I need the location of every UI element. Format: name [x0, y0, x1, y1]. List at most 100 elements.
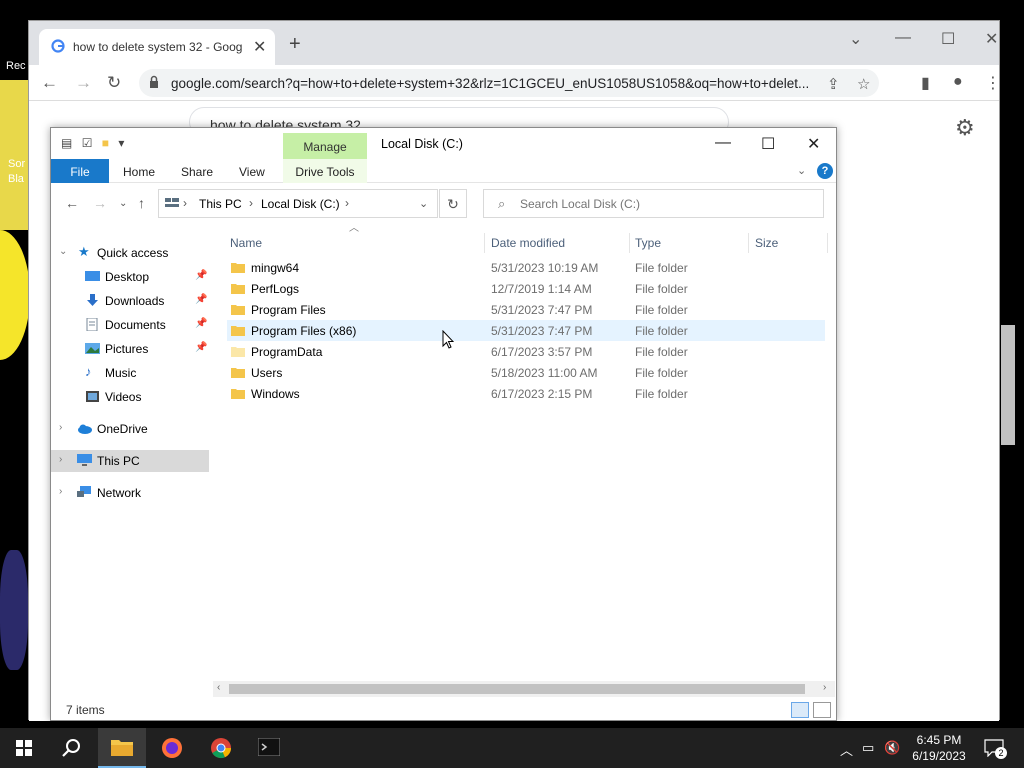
table-row[interactable]: PerfLogs 12/7/2019 1:14 AM File folder — [227, 278, 825, 299]
tab-view[interactable]: View — [239, 165, 265, 179]
column-divider[interactable] — [748, 233, 749, 253]
pin-icon[interactable]: 📌 — [195, 342, 207, 353]
sidebar-item-network[interactable]: › Network — [51, 482, 209, 504]
sidebar-item-videos[interactable]: Videos — [51, 386, 209, 408]
start-button[interactable] — [0, 728, 48, 768]
explorer-address-bar[interactable]: › This PC › Local Disk (C:) › ⌄ — [158, 189, 438, 218]
new-folder-icon[interactable]: ■ — [102, 136, 109, 150]
back-icon[interactable]: ← — [65, 195, 79, 211]
column-divider[interactable] — [629, 233, 630, 253]
gear-icon[interactable]: ⚙ — [955, 115, 975, 141]
table-row[interactable]: ProgramData 6/17/2023 3:57 PM File folde… — [227, 341, 825, 362]
chevron-down-icon[interactable]: ▾ — [118, 136, 124, 150]
back-icon[interactable]: ← — [41, 73, 58, 93]
scroll-left-icon[interactable]: ‹ — [217, 682, 220, 693]
taskbar-file-explorer[interactable] — [98, 728, 146, 768]
breadcrumb-local-disk[interactable]: Local Disk (C:) — [261, 197, 340, 211]
close-icon[interactable]: ✕ — [807, 134, 820, 154]
properties-icon[interactable]: ▤ — [61, 136, 72, 150]
breadcrumb-separator[interactable]: › — [183, 196, 187, 210]
pin-icon[interactable]: 📌 — [195, 270, 207, 281]
breadcrumb-this-pc[interactable]: This PC — [199, 197, 242, 211]
tab-share[interactable]: Share — [181, 165, 213, 179]
tab-manage[interactable]: Manage — [283, 133, 367, 159]
column-header-size[interactable]: Size — [755, 236, 778, 250]
breadcrumb-separator[interactable]: › — [249, 196, 253, 210]
breadcrumb-separator[interactable]: › — [345, 196, 349, 210]
share-icon[interactable]: ⇪ — [827, 75, 840, 93]
maximize-icon[interactable]: ☐ — [761, 134, 775, 154]
pin-icon[interactable]: 📌 — [195, 294, 207, 305]
bookmark-star-icon[interactable]: ☆ — [857, 75, 870, 93]
sidebar-item-onedrive[interactable]: › OneDrive — [51, 418, 209, 440]
chevron-down-icon[interactable]: ⌄ — [797, 164, 806, 177]
sidebar-item-this-pc[interactable]: › This PC — [51, 450, 209, 472]
minimize-icon[interactable]: — — [715, 134, 731, 152]
taskbar-firefox[interactable] — [148, 728, 196, 768]
recent-locations-icon[interactable]: ⌄ — [119, 198, 127, 209]
menu-icon[interactable]: ⋮ — [985, 73, 1001, 93]
explorer-title-bar[interactable]: ▤ ☑ ■ ▾ Manage Local Disk (C:) — ☐ ✕ — [51, 128, 836, 159]
checkbox-icon[interactable]: ☑ — [82, 136, 93, 150]
sidebar-item-quick-access[interactable]: ⌄ ★ Quick access — [51, 242, 209, 264]
desktop-icon-label[interactable]: Sor — [8, 158, 25, 170]
chevron-right-icon[interactable]: › — [59, 422, 62, 433]
tab-file[interactable]: File — [51, 159, 109, 183]
scrollbar-thumb[interactable] — [229, 684, 805, 694]
address-bar[interactable]: google.com/search?q=how+to+delete+system… — [139, 69, 879, 97]
help-icon[interactable]: ? — [817, 163, 833, 179]
forward-icon[interactable]: → — [93, 195, 107, 211]
table-row[interactable]: Program Files 5/31/2023 7:47 PM File fol… — [227, 299, 825, 320]
desktop-icon-label[interactable]: Bla — [8, 173, 24, 185]
column-header-date[interactable]: Date modified — [491, 236, 565, 250]
forward-icon[interactable]: → — [75, 73, 92, 93]
clock[interactable]: 6:45 PM 6/19/2023 — [904, 732, 974, 764]
chevron-down-icon[interactable]: ⌄ — [59, 246, 67, 257]
column-header-name[interactable]: Name — [230, 236, 262, 250]
table-row[interactable]: mingw64 5/31/2023 10:19 AM File folder — [227, 257, 825, 278]
scroll-right-icon[interactable]: › — [823, 682, 826, 693]
scrollbar-thumb[interactable] — [1001, 325, 1015, 445]
taskbar-chrome[interactable] — [197, 728, 245, 768]
close-icon[interactable]: ✕ — [985, 29, 998, 49]
minimize-icon[interactable]: — — [895, 29, 911, 47]
large-icons-view-icon[interactable] — [813, 702, 831, 718]
sidebar-item-desktop[interactable]: Desktop 📌 — [51, 266, 209, 288]
search-input[interactable] — [520, 195, 810, 213]
up-icon[interactable]: ↑ — [138, 195, 145, 211]
sidebar-item-music[interactable]: ♪ Music — [51, 362, 209, 384]
volume-muted-icon[interactable]: 🔇 — [884, 740, 900, 756]
desktop-icon-label-recycle[interactable]: Rec — [6, 60, 26, 72]
tab-search-icon[interactable]: ⌄ — [849, 29, 862, 49]
chevron-right-icon[interactable]: › — [59, 454, 62, 465]
chrome-tab[interactable]: how to delete system 32 - Google Search … — [39, 29, 275, 65]
tab-drive-tools[interactable]: Drive Tools — [283, 159, 367, 183]
chevron-down-icon[interactable]: ⌄ — [419, 197, 428, 210]
new-tab-icon[interactable]: + — [289, 33, 301, 56]
sidebar-item-documents[interactable]: Documents 📌 — [51, 314, 209, 336]
network-icon[interactable]: ▭ — [862, 740, 874, 756]
sidebar-item-pictures[interactable]: Pictures 📌 — [51, 338, 209, 360]
table-row[interactable]: Users 5/18/2023 11:00 AM File folder — [227, 362, 825, 383]
search-button[interactable] — [48, 728, 96, 768]
column-divider[interactable] — [484, 233, 485, 253]
maximize-icon[interactable]: ☐ — [941, 29, 955, 49]
side-panel-icon[interactable]: ▮ — [921, 73, 930, 93]
notification-center-icon[interactable]: 2 — [984, 739, 1007, 759]
chevron-right-icon[interactable]: › — [59, 486, 62, 497]
table-row[interactable]: Program Files (x86) 5/31/2023 7:47 PM Fi… — [227, 320, 825, 341]
profile-icon[interactable]: ● — [953, 73, 963, 91]
refresh-button[interactable]: ↻ — [439, 189, 467, 218]
table-row[interactable]: Windows 6/17/2023 2:15 PM File folder — [227, 383, 825, 404]
explorer-search-box[interactable]: ⌕ — [483, 189, 824, 218]
details-view-icon[interactable] — [791, 702, 809, 718]
column-divider[interactable] — [827, 233, 828, 253]
sidebar-item-downloads[interactable]: Downloads 📌 — [51, 290, 209, 312]
horizontal-scrollbar[interactable]: ‹ › — [213, 681, 835, 697]
column-header-type[interactable]: Type — [635, 236, 661, 250]
close-tab-icon[interactable]: ✕ — [253, 37, 266, 57]
chevron-up-icon[interactable]: ︿ — [840, 740, 853, 759]
reload-icon[interactable]: ↻ — [107, 73, 121, 93]
taskbar-terminal[interactable] — [245, 728, 293, 768]
pin-icon[interactable]: 📌 — [195, 318, 207, 329]
